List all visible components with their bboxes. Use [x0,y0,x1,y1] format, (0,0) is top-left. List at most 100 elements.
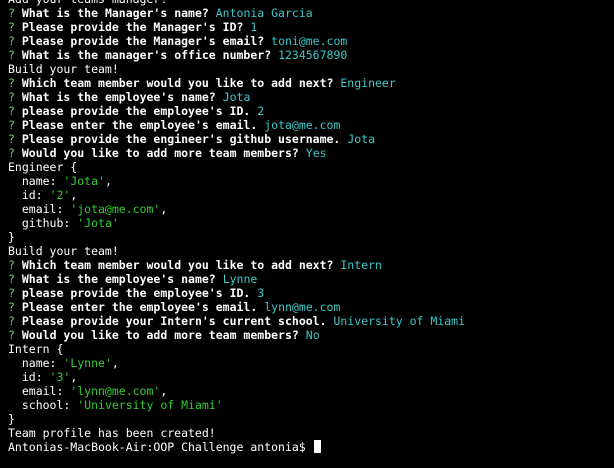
output-line: Build your team! [8,244,614,258]
answer-text: No [305,328,320,342]
question-text: Which team member would you like to add … [21,258,334,272]
question-text: Would you like to add more team members? [21,146,299,160]
prompt-question-line: ? Would you like to add more team member… [8,146,614,160]
question-marker: ? [8,146,15,160]
property-key: github: [8,216,78,230]
property-separator: , [70,188,78,202]
output-line: Team profile has been created! [8,426,614,440]
shell-prompt: Antonias-MacBook-Air:OOP Challenge anton… [8,440,313,454]
property-key: school: [8,398,78,412]
answer-text: Jota [222,90,251,104]
property-value: 'lynn@me.com' [70,384,161,398]
prompt-question-line: ? Which team member would you like to ad… [8,76,614,90]
question-marker: ? [8,34,15,48]
prompt-question-line: ? Please enter the employee's email. lyn… [8,300,614,314]
object-property-line: name: 'Lynne', [8,356,614,370]
prompt-question-line: ? Please provide the Manager's ID? 1 [8,20,614,34]
output-text: Team profile has been created! [8,426,216,440]
property-value: 'University of Miami' [77,398,223,412]
question-marker: ? [8,132,15,146]
question-text: Would you like to add more team members? [21,328,299,342]
property-key: id: [8,188,50,202]
property-value: '2' [49,188,71,202]
property-value: 'Jota' [63,174,105,188]
object-property-line: school: 'University of Miami' [8,398,614,412]
prompt-question-line: ? Would you like to add more team member… [8,328,614,342]
prompt-question-line: ? What is the Manager's name? Antonia Ga… [8,6,614,20]
question-text: Please enter the employee's email. [21,118,258,132]
property-separator: , [111,356,119,370]
prompt-question-line: ? What is the manager's office number? 1… [8,48,614,62]
answer-text: Yes [305,146,327,160]
question-marker: ? [8,258,15,272]
property-key: name: [8,356,64,370]
output-text: Build your team! [8,244,119,258]
answer-text: 3 [257,286,265,300]
property-separator: , [70,370,78,384]
prompt-question-line: ? please provide the employee's ID. 2 [8,104,614,118]
answer-text: Engineer [340,76,396,90]
answer-text: 2 [257,104,265,118]
question-marker: ? [8,328,15,342]
shell-prompt-line[interactable]: Antonias-MacBook-Air:OOP Challenge anton… [8,440,614,454]
output-text: Engineer { [8,160,78,174]
output-line: } [8,412,614,426]
answer-text: jota@me.com [264,118,341,132]
prompt-question-line: ? Please provide the Manager's email? to… [8,34,614,48]
answer-text: Antonia Garcia [215,6,313,20]
question-marker: ? [8,314,15,328]
prompt-question-line: ? What is the employee's name? Lynne [8,272,614,286]
property-separator: , [104,174,112,188]
prompt-question-line: ? Please provide the engineer's github u… [8,132,614,146]
text-cursor [313,440,321,453]
answer-text: 1234567890 [278,48,348,62]
question-text: What is the manager's office number? [21,48,272,62]
question-marker: ? [8,286,15,300]
output-text: Build your team! [8,62,119,76]
question-marker: ? [8,6,15,20]
question-marker: ? [8,20,15,34]
question-text: please provide the employee's ID. [21,104,251,118]
terminal-window[interactable]: Add your teams manager!? What is the Man… [0,0,614,460]
output-text: } [8,230,15,244]
question-marker: ? [8,76,15,90]
object-property-line: email: 'lynn@me.com', [8,384,614,398]
question-marker: ? [8,300,15,314]
output-line: Build your team! [8,62,614,76]
property-separator: , [160,384,168,398]
property-key: email: [8,384,71,398]
object-property-line: email: 'jota@me.com', [8,202,614,216]
property-value: 'Jota' [77,216,119,230]
answer-text: Lynne [222,272,258,286]
question-text: What is the employee's name? [21,90,216,104]
question-text: please provide the employee's ID. [21,286,251,300]
output-line: Engineer { [8,160,614,174]
property-value: 'jota@me.com' [70,202,161,216]
answer-text: Intern [340,258,382,272]
question-text: What is the employee's name? [21,272,216,286]
prompt-question-line: ? Please enter the employee's email. jot… [8,118,614,132]
property-key: email: [8,202,71,216]
question-marker: ? [8,272,15,286]
question-text: Please provide the Manager's ID? [21,20,244,34]
question-marker: ? [8,90,15,104]
question-text: Please provide your Intern's current sch… [21,314,327,328]
output-line: } [8,230,614,244]
answer-text: lynn@me.com [264,300,341,314]
answer-text: 1 [250,20,258,34]
answer-text: toni@me.com [271,34,348,48]
question-text: Please provide the Manager's email? [21,34,265,48]
property-separator: , [160,202,168,216]
question-marker: ? [8,118,15,132]
question-marker: ? [8,48,15,62]
output-text: } [8,412,15,426]
question-text: Which team member would you like to add … [21,76,334,90]
answer-text: University of Miami [333,314,466,328]
property-value: 'Lynne' [63,356,112,370]
prompt-question-line: ? Which team member would you like to ad… [8,258,614,272]
property-value: '3' [49,370,71,384]
object-property-line: id: '2', [8,188,614,202]
question-text: What is the Manager's name? [21,6,209,20]
object-property-line: github: 'Jota' [8,216,614,230]
prompt-question-line: ? Please provide your Intern's current s… [8,314,614,328]
